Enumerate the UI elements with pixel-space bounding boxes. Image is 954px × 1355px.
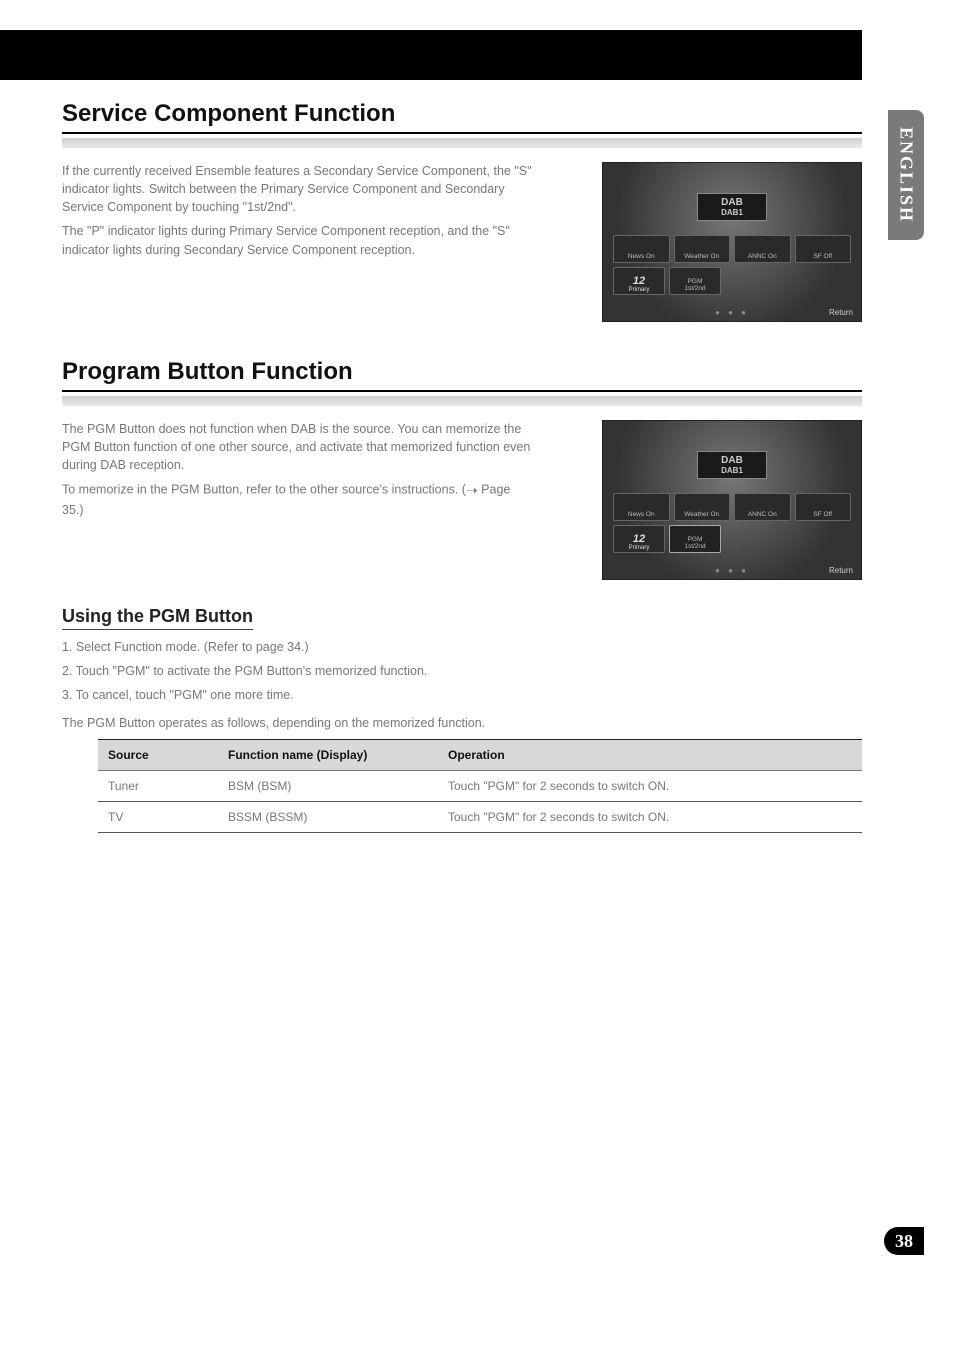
function-table: Source Function name (Display) Operation… [98, 739, 862, 833]
col-operation: Operation [438, 739, 862, 770]
screenshot-btn-row: News On Weather On ANNC On SF Off [613, 235, 851, 263]
page-dots: ● ● ● [715, 566, 749, 575]
sf-button[interactable]: SF Off [795, 493, 852, 521]
news-button[interactable]: News On [613, 493, 670, 521]
cell-source: Tuner [98, 770, 218, 801]
return-label[interactable]: Return [829, 566, 853, 575]
section1-row: If the currently received Ensemble featu… [62, 162, 862, 322]
news-button[interactable]: News On [613, 235, 670, 263]
col-function: Function name (Display) [218, 739, 438, 770]
language-tab: ENGLISH [888, 110, 924, 240]
step-1: 1. Select Function mode. (Refer to page … [62, 638, 822, 656]
section2-memo: To memorize in the PGM Button, refer to … [62, 480, 532, 518]
pgm-button-highlighted[interactable]: PGM 1st/2nd [669, 525, 721, 553]
step-2: 2. Touch "PGM" to activate the PGM Butto… [62, 662, 822, 680]
annc-button[interactable]: ANNC On [734, 235, 791, 263]
cell-function: BSM (BSM) [218, 770, 438, 801]
screenshot-btn-row2: 12 Primary PGM 1st/2nd [613, 525, 721, 553]
device-screenshot-1: DAB DAB1 News On Weather On ANNC On SF O… [602, 162, 862, 322]
section2-para-1: The PGM Button does not function when DA… [62, 420, 532, 474]
screenshot-btn-row2: 12 Primary PGM 1st/2nd [613, 267, 721, 295]
device-screenshot-2: DAB DAB1 News On Weather On ANNC On SF O… [602, 420, 862, 580]
cell-source: TV [98, 801, 218, 832]
preset-button[interactable]: 12 Primary [613, 267, 665, 295]
page-content: Service Component Function If the curren… [62, 100, 862, 833]
section-title-program-button: Program Button Function [62, 358, 862, 392]
language-label: ENGLISH [896, 127, 917, 223]
cell-operation: Touch "PGM" for 2 seconds to switch ON. [438, 770, 862, 801]
cell-operation: Touch "PGM" for 2 seconds to switch ON. [438, 801, 862, 832]
page-number: 38 [884, 1227, 924, 1255]
col-source: Source [98, 739, 218, 770]
screenshot-btn-row: News On Weather On ANNC On SF Off [613, 493, 851, 521]
pgm-button[interactable]: PGM 1st/2nd [669, 267, 721, 295]
sf-button[interactable]: SF Off [795, 235, 852, 263]
dab-logo: DAB DAB1 [697, 193, 767, 221]
table-row: TV BSSM (BSSM) Touch "PGM" for 2 seconds… [98, 801, 862, 832]
annc-button[interactable]: ANNC On [734, 493, 791, 521]
preset-button[interactable]: 12 Primary [613, 525, 665, 553]
divider [62, 396, 862, 406]
section1-body: If the currently received Ensemble featu… [62, 162, 532, 265]
sub-heading-using-pgm: Using the PGM Button [62, 606, 253, 630]
weather-button[interactable]: Weather On [674, 493, 731, 521]
dab-logo: DAB DAB1 [697, 451, 767, 479]
arrow-icon: ➝ [466, 482, 478, 498]
section2-body: The PGM Button does not function when DA… [62, 420, 532, 525]
divider [62, 138, 862, 148]
section1-para-1: If the currently received Ensemble featu… [62, 162, 532, 216]
cell-function: BSSM (BSSM) [218, 801, 438, 832]
steps-body: 1. Select Function mode. (Refer to page … [62, 638, 822, 733]
step-note: The PGM Button operates as follows, depe… [62, 714, 822, 732]
section2-row: The PGM Button does not function when DA… [62, 420, 862, 580]
section-title-service-component: Service Component Function [62, 100, 862, 134]
table-row: Tuner BSM (BSM) Touch "PGM" for 2 second… [98, 770, 862, 801]
header-bar [0, 30, 862, 80]
weather-button[interactable]: Weather On [674, 235, 731, 263]
page-dots: ● ● ● [715, 308, 749, 317]
table-header-row: Source Function name (Display) Operation [98, 739, 862, 770]
section1-para-2: The "P" indicator lights during Primary … [62, 222, 532, 258]
step-3: 3. To cancel, touch "PGM" one more time. [62, 686, 822, 704]
return-label[interactable]: Return [829, 308, 853, 317]
